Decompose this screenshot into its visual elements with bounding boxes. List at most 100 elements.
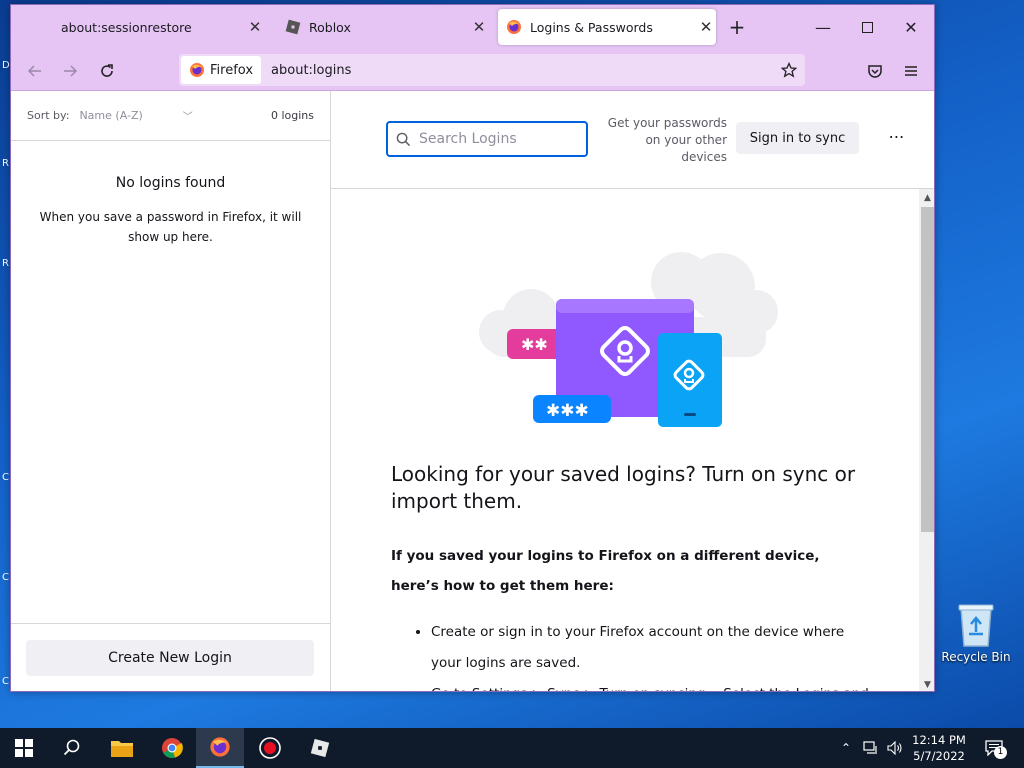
intro-section: ✱✱ ✱✱✱ Looking for your saved logins? Tu…: [331, 189, 934, 691]
show-hidden-icons-button[interactable]: ⌃: [836, 728, 856, 768]
list-item: Go to Settings > Sync > Turn on syncing……: [431, 679, 873, 691]
identity-box[interactable]: Firefox: [181, 56, 262, 84]
clock-time: 12:14 PM: [912, 733, 966, 747]
browser-window: about:sessionrestore ✕ Roblox ✕ Logins &…: [10, 4, 935, 692]
url-bar[interactable]: Firefox about:logins: [179, 54, 805, 86]
menu-button[interactable]: [897, 57, 925, 85]
firefox-icon: [507, 20, 521, 34]
desktop-icon-fragment: R: [2, 158, 9, 169]
scrollbar-thumb[interactable]: [921, 207, 934, 532]
recycle-bin-icon: [958, 604, 994, 647]
roblox-icon: [285, 19, 301, 35]
vertical-scrollbar[interactable]: ▲ ▼: [919, 189, 934, 691]
tab-sessionrestore[interactable]: about:sessionrestore ✕: [25, 9, 265, 45]
empty-state-title: No logins found: [115, 175, 226, 191]
passwords-illustration: ✱✱ ✱✱✱: [479, 252, 778, 427]
minimize-button[interactable]: —: [801, 11, 845, 43]
back-button[interactable]: [21, 57, 49, 85]
maximize-button[interactable]: [845, 11, 889, 43]
desktop-icon-fragment: C: [2, 472, 9, 483]
logins-main: Get your passwords on your other devices…: [331, 91, 934, 691]
bookmark-button[interactable]: [775, 56, 803, 84]
chevron-down-icon[interactable]: ﹀: [183, 108, 193, 123]
tab-logins[interactable]: Logins & Passwords ✕: [498, 9, 716, 45]
sort-label: Sort by:: [27, 109, 70, 122]
nav-bar: Firefox about:logins: [11, 49, 934, 91]
purple-card-header: [556, 299, 694, 313]
search-box[interactable]: [386, 121, 588, 157]
recorder-button[interactable]: [246, 728, 294, 768]
volume-button[interactable]: [884, 728, 906, 768]
firefox-taskbar-button[interactable]: [196, 728, 244, 768]
chevron-up-icon: ⌃: [840, 741, 852, 755]
scroll-up-arrow-icon[interactable]: ▲: [919, 189, 934, 206]
pocket-icon: [868, 65, 882, 78]
desktop-icon-fragment: R: [2, 258, 9, 269]
main-header: Get your passwords on your other devices…: [331, 91, 934, 189]
login-count: 0 logins: [270, 109, 314, 122]
firefox-icon: [210, 737, 230, 757]
password-dots: ✱✱✱: [546, 401, 589, 421]
taskbar: ⌃ 12:14 PM 5/7/2022 1: [0, 728, 1024, 768]
sync-promo-text: Get your passwords on your other devices: [607, 116, 727, 164]
desktop-icon-fragment: C: [2, 572, 9, 583]
sort-row: Sort by: Name (A-Z) ﹀ 0 logins: [11, 91, 330, 141]
list-item: Create or sign in to your Firefox accoun…: [431, 617, 873, 679]
close-window-button[interactable]: ✕: [889, 11, 933, 43]
close-tab-icon[interactable]: ✕: [469, 18, 489, 36]
system-clock[interactable]: 12:14 PM 5/7/2022: [904, 732, 974, 764]
close-tab-icon[interactable]: ✕: [245, 18, 265, 36]
url-text[interactable]: about:logins: [271, 63, 775, 78]
desktop-icon-fragment: C: [2, 676, 9, 687]
tab-roblox[interactable]: Roblox ✕: [281, 9, 489, 45]
steps-list: Create or sign in to your Firefox accoun…: [413, 617, 873, 691]
record-icon: [259, 737, 281, 759]
reload-button[interactable]: [93, 57, 121, 85]
reload-icon: [101, 64, 113, 77]
tab-title: Logins & Passwords: [530, 19, 653, 35]
forward-button[interactable]: [56, 57, 84, 85]
scroll-down-arrow-icon[interactable]: ▼: [919, 676, 934, 691]
search-input[interactable]: [419, 131, 579, 147]
file-explorer-button[interactable]: [98, 728, 146, 768]
recycle-bin[interactable]: Recycle Bin: [940, 602, 1012, 664]
star-icon: [781, 62, 797, 78]
desktop-icon-fragment: D: [2, 60, 10, 71]
sidebar-footer: Create New Login: [11, 623, 330, 691]
roblox-icon: [310, 738, 330, 758]
sign-in-to-sync-button[interactable]: Sign in to sync: [736, 122, 859, 154]
password-dots: ✱✱: [521, 335, 548, 354]
search-icon: [63, 739, 80, 756]
chrome-button[interactable]: [148, 728, 196, 768]
close-tab-icon[interactable]: ✕: [696, 18, 716, 36]
taskbar-search-button[interactable]: [48, 728, 96, 768]
chrome-icon: [162, 738, 183, 758]
back-arrow-icon: [27, 65, 41, 77]
recycle-bin-label: Recycle Bin: [941, 650, 1011, 664]
notification-count-badge: 1: [994, 746, 1007, 759]
sort-select[interactable]: Name (A-Z): [79, 109, 142, 122]
phone-button: [684, 413, 696, 416]
close-icon: ✕: [904, 17, 918, 37]
new-tab-button[interactable]: +: [715, 11, 759, 43]
network-icon: [863, 741, 877, 754]
create-new-login-button[interactable]: Create New Login: [26, 640, 314, 676]
forward-arrow-icon: [64, 65, 78, 77]
more-options-button[interactable]: ⋯: [883, 127, 911, 151]
start-button[interactable]: [0, 728, 48, 768]
windows-icon: [15, 739, 33, 757]
plus-icon: +: [728, 15, 746, 39]
roblox-taskbar-button[interactable]: [296, 728, 344, 768]
identity-label: Firefox: [210, 62, 254, 78]
speaker-icon: [887, 741, 902, 755]
tab-strip: about:sessionrestore ✕ Roblox ✕ Logins &…: [11, 5, 934, 49]
phone-card: [658, 333, 722, 427]
minimize-icon: —: [815, 17, 831, 37]
firefox-icon: [190, 63, 204, 77]
network-button[interactable]: [860, 728, 882, 768]
folder-icon: [111, 741, 133, 757]
empty-state-description: When you save a password in Firefox, it …: [39, 210, 302, 244]
clock-date: 5/7/2022: [913, 749, 965, 763]
intro-title: Looking for your saved logins? Turn on s…: [391, 462, 856, 513]
pocket-button[interactable]: [861, 57, 889, 85]
